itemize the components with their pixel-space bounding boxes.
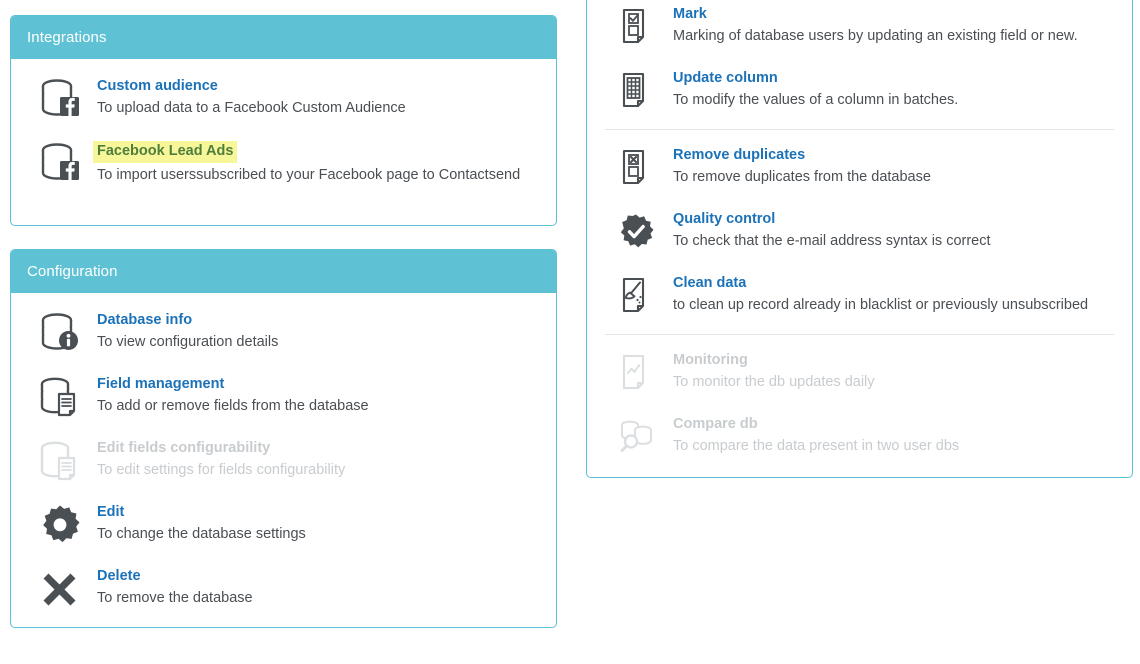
database-document-icon [33,374,87,420]
list-item-title[interactable]: Update column [673,69,778,88]
list-item-title[interactable]: Edit [97,503,124,522]
list-item-text: Update column To modify the values of a … [673,68,958,110]
list-item-description: To remove the database [97,590,253,606]
operations-panel-body: Mark Marking of database users by updati… [587,0,1132,479]
page-root: Integrations Custom audience To upload d [0,0,1140,664]
list-item-title[interactable]: Mark [673,5,707,24]
list-item-title[interactable]: Remove duplicates [673,146,805,165]
list-item-description: Marking of database users by updating an… [673,28,1078,44]
list-item: Compare db To compare the data present i… [587,405,1132,469]
database-document-disabled-icon [33,438,87,484]
list-item-text: Field management To add or remove fields… [97,374,369,416]
list-item-text: Delete To remove the database [97,566,253,608]
list-item-title[interactable]: Database info [97,311,192,330]
list-item-text: Monitoring To monitor the db updates dai… [673,350,875,392]
list-item-text: Edit To change the database settings [97,502,306,544]
integrations-panel-body: Custom audience To upload data to a Face… [11,59,556,205]
close-cross-icon [33,566,87,612]
list-item-text: Facebook Lead Ads To import userssubscri… [93,140,521,185]
list-item-description: To check that the e-mail address syntax … [673,233,991,249]
list-item-description: To remove duplicates from the database [673,169,931,185]
list-item-title[interactable]: Field management [97,375,224,394]
configuration-panel-header: Configuration [11,250,556,293]
list-item-text: Clean data to clean up record already in… [673,273,1088,315]
configuration-panel: Configuration Database info To view conf… [10,249,557,628]
list-item[interactable]: Quality control To check that the e-mail… [587,200,1132,264]
list-item[interactable]: Edit To change the database settings [11,493,556,557]
integrations-panel-header: Integrations [11,16,556,59]
list-item-title: Compare db [673,416,758,432]
list-item-title[interactable]: Delete [97,567,141,586]
list-item-text: Edit fields configurability To edit sett… [97,438,345,480]
check-badge-icon [609,209,663,255]
list-item[interactable]: Database info To view configuration deta… [11,301,556,365]
database-facebook-icon [33,76,87,122]
operations-panel: Mark Marking of database users by updati… [586,0,1133,478]
list-item: Edit fields configurability To edit sett… [11,429,556,493]
document-x-icon [609,145,663,191]
list-item-title[interactable]: Clean data [673,274,746,293]
list-item-title[interactable]: Quality control [673,210,775,229]
list-item-title: Edit fields configurability [97,440,271,456]
document-checkbox-icon [609,4,663,50]
section-divider [605,129,1114,130]
list-item-description: To modify the values of a column in batc… [673,92,959,108]
list-item-title[interactable]: Custom audience [97,77,218,96]
list-item-text: Quality control To check that the e-mail… [673,209,991,251]
list-item-text: Remove duplicates To remove duplicates f… [673,145,931,187]
database-info-icon [33,310,87,356]
list-item[interactable]: Delete To remove the database [11,557,556,621]
list-item-title[interactable]: Facebook Lead Ads [93,141,238,163]
list-item-description: To monitor the db updates daily [673,374,875,390]
list-item-description: To edit settings for fields configurabil… [97,462,346,478]
list-item-description: To compare the data present in two user … [673,438,960,454]
section-divider [605,334,1114,335]
document-broom-icon [609,273,663,319]
list-item-text: Mark Marking of database users by updati… [673,4,1078,46]
list-item: Monitoring To monitor the db updates dai… [587,341,1132,405]
list-item[interactable]: Facebook Lead Ads To import userssubscri… [11,131,556,195]
list-item-description: To upload data to a Facebook Custom Audi… [97,100,406,116]
list-item-text: Database info To view configuration deta… [97,310,278,352]
list-item-description: To change the database settings [97,526,306,542]
document-table-icon [609,68,663,114]
list-item[interactable]: Clean data to clean up record already in… [587,264,1132,328]
list-item[interactable]: Mark Marking of database users by updati… [587,0,1132,59]
database-compare-disabled-icon [609,414,663,460]
configuration-panel-body: Database info To view configuration deta… [11,293,556,631]
list-item[interactable]: Remove duplicates To remove duplicates f… [587,136,1132,200]
list-item[interactable]: Field management To add or remove fields… [11,365,556,429]
list-item[interactable]: Custom audience To upload data to a Face… [11,67,556,131]
database-facebook-icon [33,140,87,186]
integrations-panel: Integrations Custom audience To upload d [10,15,557,226]
document-chart-disabled-icon [609,350,663,396]
list-item-description: To view configuration details [97,334,279,350]
list-item-description: To add or remove fields from the databas… [97,398,369,414]
list-item-text: Custom audience To upload data to a Face… [97,76,406,118]
list-item-title: Monitoring [673,352,748,368]
list-item-description: To import userssubscribed to your Facebo… [97,167,521,183]
list-item[interactable]: Update column To modify the values of a … [587,59,1132,123]
gear-icon [33,502,87,548]
list-item-text: Compare db To compare the data present i… [673,414,959,456]
list-item-description: to clean up record already in blacklist … [673,297,1089,313]
